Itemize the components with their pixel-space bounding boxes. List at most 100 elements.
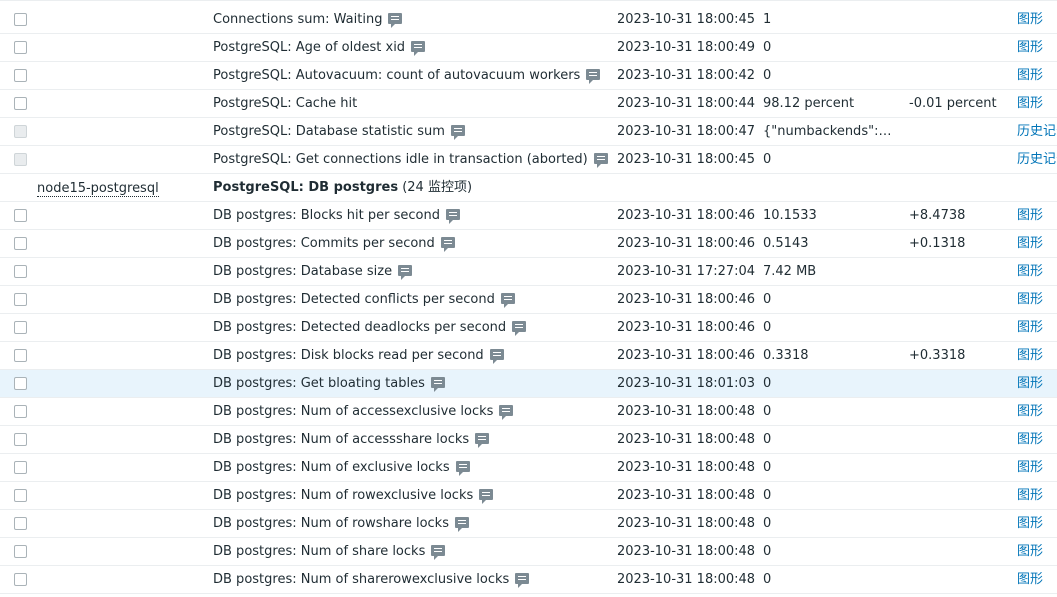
description-icon[interactable] (499, 405, 514, 420)
item-name: DB postgres: Num of rowshare locks (213, 510, 469, 537)
description-icon[interactable] (445, 209, 460, 224)
row-checkbox (14, 125, 27, 138)
item-name: PostgreSQL: Cache hit (213, 90, 357, 117)
row-checkbox[interactable] (14, 489, 27, 502)
description-icon[interactable] (440, 237, 455, 252)
row-checkbox[interactable] (14, 13, 27, 26)
description-icon[interactable] (450, 125, 465, 140)
item-name: DB postgres: Num of sharerowexclusive lo… (213, 566, 530, 593)
item-name: DB postgres: Get bloating tables (213, 370, 445, 397)
last-value: 0 (763, 292, 772, 307)
item-name: DB postgres: Disk blocks read per second (213, 342, 504, 369)
row-checkbox[interactable] (14, 377, 27, 390)
description-icon[interactable] (430, 377, 445, 392)
graph-link[interactable]: 图形 (1017, 482, 1057, 509)
last-check-time: 2023-10-31 18:00:46 (617, 348, 756, 363)
description-icon[interactable] (479, 489, 494, 504)
last-check-time: 2023-10-31 18:00:44 (617, 96, 756, 111)
graph-link[interactable]: 图形 (1017, 398, 1057, 425)
table-row: PostgreSQL: Autovacuum: count of autovac… (0, 62, 1057, 90)
item-name: PostgreSQL: Autovacuum: count of autovac… (213, 62, 601, 89)
table-row: DB postgres: Num of exclusive locks 2023-… (0, 454, 1057, 482)
description-icon[interactable] (586, 69, 601, 84)
item-name-text: PostgreSQL: Autovacuum: count of autovac… (213, 68, 581, 83)
row-checkbox[interactable] (14, 321, 27, 334)
last-check-time: 2023-10-31 18:00:46 (617, 320, 756, 335)
graph-link[interactable]: 图形 (1017, 538, 1057, 565)
graph-link[interactable]: 图形 (1017, 454, 1057, 481)
row-checkbox[interactable] (14, 433, 27, 446)
last-check-time: 2023-10-31 18:00:46 (617, 208, 756, 223)
table-row: DB postgres: Get bloating tables 2023-10-… (0, 370, 1057, 398)
last-check-time: 2023-10-31 18:00:48 (617, 516, 756, 531)
description-icon[interactable] (388, 13, 403, 28)
row-checkbox[interactable] (14, 69, 27, 82)
row-checkbox[interactable] (14, 349, 27, 362)
description-icon[interactable] (454, 517, 469, 532)
graph-link[interactable]: 图形 (1017, 34, 1057, 61)
item-name: DB postgres: Commits per second (213, 230, 455, 257)
change-value: -0.01 percent (909, 96, 997, 111)
row-checkbox[interactable] (14, 545, 27, 558)
graph-link[interactable]: 图形 (1017, 258, 1057, 285)
item-name-text: PostgreSQL: Age of oldest xid (213, 40, 406, 55)
table-row: DB postgres: Num of accessshare locks 202… (0, 426, 1057, 454)
graph-link[interactable]: 历史记录 (1017, 146, 1057, 173)
graph-link[interactable]: 图形 (1017, 286, 1057, 313)
graph-link[interactable]: 图形 (1017, 342, 1057, 369)
last-check-time: 2023-10-31 18:00:46 (617, 236, 756, 251)
row-checkbox[interactable] (14, 517, 27, 530)
graph-link[interactable]: 图形 (1017, 314, 1057, 341)
row-checkbox[interactable] (14, 405, 27, 418)
group-header-row: node15-postgresql PostgreSQL: DB postgres… (0, 174, 1057, 202)
item-name: DB postgres: Detected deadlocks per seco… (213, 314, 527, 341)
table-row: Connections sum: Waiting 2023-10-31 18:00… (0, 0, 1057, 34)
last-value: 0 (763, 488, 772, 503)
description-icon[interactable] (489, 349, 504, 364)
graph-link[interactable]: 历史记录 (1017, 118, 1057, 145)
graph-link[interactable]: 图形 (1017, 230, 1057, 257)
description-icon[interactable] (398, 265, 413, 280)
graph-link[interactable]: 图形 (1017, 426, 1057, 453)
last-check-time: 2023-10-31 18:00:47 (617, 124, 756, 139)
item-name-text: DB postgres: Num of accessexclusive lock… (213, 404, 494, 419)
last-value: 0 (763, 460, 772, 475)
description-icon[interactable] (431, 545, 446, 560)
last-value: 7.42 MB (763, 264, 817, 279)
graph-link[interactable]: 图形 (1017, 510, 1057, 537)
row-checkbox[interactable] (14, 461, 27, 474)
graph-link[interactable]: 图形 (1017, 202, 1057, 229)
row-checkbox[interactable] (14, 209, 27, 222)
item-name-text: DB postgres: Num of rowshare locks (213, 516, 449, 531)
item-name-text: DB postgres: Detected deadlocks per seco… (213, 320, 507, 335)
description-icon[interactable] (455, 461, 470, 476)
row-checkbox (14, 153, 27, 166)
row-checkbox[interactable] (14, 293, 27, 306)
graph-link[interactable]: 图形 (1017, 90, 1057, 117)
item-name: DB postgres: Num of accessshare locks (213, 426, 490, 453)
description-icon[interactable] (515, 573, 530, 588)
last-value: 0.5143 (763, 236, 809, 251)
host-link[interactable]: node15-postgresql (37, 181, 159, 197)
graph-link[interactable]: 图形 (1017, 566, 1057, 593)
row-checkbox[interactable] (14, 41, 27, 54)
description-icon[interactable] (593, 153, 608, 168)
description-icon[interactable] (500, 293, 515, 308)
row-checkbox[interactable] (14, 97, 27, 110)
description-icon[interactable] (512, 321, 527, 336)
description-icon[interactable] (411, 41, 426, 56)
item-name-text: PostgreSQL: Database statistic sum (213, 124, 445, 139)
row-checkbox[interactable] (14, 573, 27, 586)
last-value: 0 (763, 544, 772, 559)
graph-link[interactable]: 图形 (1017, 370, 1057, 397)
item-name: DB postgres: Num of exclusive locks (213, 454, 470, 481)
row-checkbox[interactable] (14, 237, 27, 250)
group-count: (24 监控项) (402, 180, 473, 195)
table-row: DB postgres: Num of share locks 2023-10-3… (0, 538, 1057, 566)
group-title: PostgreSQL: DB postgres (24 监控项) (213, 174, 472, 202)
table-row: PostgreSQL: Get connections idle in tran… (0, 146, 1057, 174)
description-icon[interactable] (475, 433, 490, 448)
row-checkbox[interactable] (14, 265, 27, 278)
graph-link[interactable]: 图形 (1017, 62, 1057, 89)
last-value: 0.3318 (763, 348, 809, 363)
